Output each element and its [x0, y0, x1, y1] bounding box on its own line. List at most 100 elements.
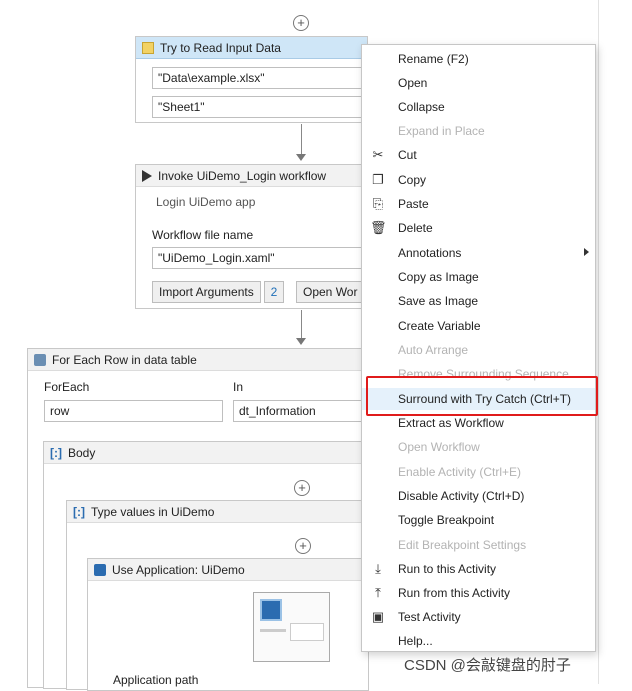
path-field[interactable]: "Data\example.xlsx" [152, 67, 368, 89]
context-menu-item-label: Paste [398, 197, 429, 211]
activity-header[interactable]: [:] Body [44, 442, 366, 464]
watermark-text: CSDN @会敲键盘的肘子 [404, 657, 571, 674]
test-icon: ▣ [371, 609, 385, 624]
context-menu-item-label: Enable Activity (Ctrl+E) [398, 465, 522, 479]
activity-type-values[interactable]: [:] Type values in UiDemo + Use Applicat… [66, 500, 369, 691]
activity-title: Type values in UiDemo [91, 504, 215, 519]
add-activity-plus-icon[interactable]: + [294, 480, 310, 496]
import-arguments-button[interactable]: Import Arguments [152, 281, 261, 303]
context-menu-item[interactable]: Annotations [362, 242, 595, 264]
context-menu-item-label: Expand in Place [398, 124, 485, 138]
sheet-field[interactable]: "Sheet1" [152, 96, 368, 118]
context-menu-item: Edit Breakpoint Settings [362, 534, 595, 556]
activity-read-input-data[interactable]: Try to Read Input Data "Data\example.xls… [135, 36, 368, 123]
workflow-file-label: Workflow file name [152, 228, 254, 242]
context-menu-item-label: Open [398, 76, 428, 90]
in-label: In [233, 380, 244, 394]
context-menu-item[interactable]: ✂ Cut [362, 144, 595, 166]
activity-title: For Each Row in data table [52, 352, 197, 367]
context-menu-item: Enable Activity (Ctrl+E) [362, 461, 595, 483]
submenu-arrow-icon [584, 248, 589, 256]
play-icon [142, 169, 152, 182]
context-menu-item-label: Edit Breakpoint Settings [398, 538, 527, 552]
add-activity-plus-icon[interactable]: + [293, 15, 309, 31]
context-menu-item[interactable]: ⤒ Run from this Activity [362, 582, 595, 604]
context-menu-item[interactable]: Open [362, 72, 595, 94]
context-menu-item-label: Extract as Workflow [398, 416, 504, 430]
activity-title: Body [68, 445, 96, 460]
foreach-label: ForEach [44, 380, 90, 394]
context-menu-item[interactable]: ⎘ Paste [362, 193, 595, 215]
context-menu-item-label: Rename (F2) [398, 52, 469, 66]
activity-header[interactable]: Try to Read Input Data [136, 37, 367, 59]
context-menu-item-label: Help... [398, 634, 433, 648]
scissors-icon: ✂ [372, 147, 384, 162]
context-menu-item-label: Open Workflow [398, 440, 480, 454]
context-menu-item[interactable]: Disable Activity (Ctrl+D) [362, 485, 595, 507]
context-menu-item-label: Create Variable [398, 319, 481, 333]
context-menu-item-label: Copy [398, 173, 427, 187]
context-menu-item-label: Toggle Breakpoint [398, 513, 495, 527]
data-table-icon [34, 353, 46, 366]
workflow-file-field[interactable]: "UiDemo_Login.xaml" [152, 247, 368, 269]
activity-header[interactable]: Invoke UiDemo_Login workflow [136, 165, 367, 187]
activity-use-application[interactable]: Use Application: UiDemo Application path [87, 558, 369, 691]
context-menu-item[interactable]: Create Variable [362, 315, 595, 337]
context-menu-item[interactable]: Save as Image [362, 290, 595, 312]
foreach-field[interactable]: row [44, 400, 223, 422]
context-menu-item-label: Collapse [398, 100, 445, 114]
context-menu-item-label: Run to this Activity [398, 562, 497, 576]
context-menu-item[interactable]: ▣ Test Activity [362, 606, 595, 628]
activity-body[interactable]: [:] Body + [:] Type values in UiDemo + U… [43, 441, 369, 691]
context-menu-item-label: Cut [398, 148, 417, 162]
activity-for-each-row[interactable]: For Each Row in data table ForEach row I… [27, 348, 369, 691]
context-menu-item-label: Run from this Activity [398, 586, 511, 600]
context-menu: Rename (F2) Open Collapse Expand in Place ✂ C… [361, 44, 596, 652]
context-menu-item[interactable]: 🗑 Delete [362, 217, 595, 239]
context-menu-item: Auto Arrange [362, 339, 595, 361]
activity-title: Try to Read Input Data [160, 40, 281, 55]
paste-icon: ⎘ [372, 196, 384, 211]
sequence-icon: [:] [50, 445, 62, 460]
context-menu-item-label: Save as Image [398, 294, 479, 308]
activity-description: Login UiDemo app [156, 195, 256, 209]
activity-header[interactable]: Use Application: UiDemo [88, 559, 368, 581]
context-menu-item-label: Delete [398, 221, 433, 235]
activity-invoke-workflow[interactable]: Invoke UiDemo_Login workflow Login UiDem… [135, 164, 368, 309]
open-workflow-button[interactable]: Open Wor [296, 281, 368, 303]
in-field[interactable]: dt_Information [233, 400, 367, 422]
context-menu-item[interactable]: Help... [362, 630, 595, 652]
activity-title: Use Application: UiDemo [112, 562, 245, 577]
run-to-icon: ⤓ [375, 561, 381, 576]
sequence-icon: [:] [73, 504, 85, 519]
argument-count-badge: 2 [264, 281, 284, 303]
activity-header[interactable]: For Each Row in data table [28, 349, 366, 371]
connector-line [301, 310, 302, 340]
context-menu-item[interactable]: Collapse [362, 96, 595, 118]
application-path-label: Application path [113, 673, 199, 687]
context-menu-item: Expand in Place [362, 120, 595, 142]
context-menu-item[interactable]: Copy as Image [362, 266, 595, 288]
run-from-icon: ⤒ [375, 585, 381, 600]
context-menu-item[interactable]: ❐ Copy [362, 169, 595, 191]
context-menu-item: Open Workflow [362, 436, 595, 458]
connector-arrow-icon [296, 338, 306, 345]
canvas-border [598, 0, 599, 684]
excel-icon [142, 41, 154, 54]
application-icon [94, 563, 106, 576]
context-menu-item-label: Copy as Image [398, 270, 479, 284]
red-highlight-box [366, 376, 598, 416]
copy-icon: ❐ [372, 172, 384, 187]
connector-line [301, 124, 302, 156]
activity-title: Invoke UiDemo_Login workflow [158, 168, 327, 183]
connector-arrow-icon [296, 154, 306, 161]
context-menu-item-label: Disable Activity (Ctrl+D) [398, 489, 525, 503]
context-menu-item[interactable]: Rename (F2) [362, 48, 595, 70]
context-menu-item-label: Annotations [398, 246, 462, 260]
application-screenshot-thumbnail[interactable] [253, 592, 330, 662]
activity-header[interactable]: [:] Type values in UiDemo [67, 501, 367, 523]
add-activity-plus-icon[interactable]: + [295, 538, 311, 554]
context-menu-item[interactable]: Toggle Breakpoint [362, 509, 595, 531]
context-menu-item[interactable]: ⤓ Run to this Activity [362, 558, 595, 580]
context-menu-item-label: Test Activity [398, 610, 461, 624]
